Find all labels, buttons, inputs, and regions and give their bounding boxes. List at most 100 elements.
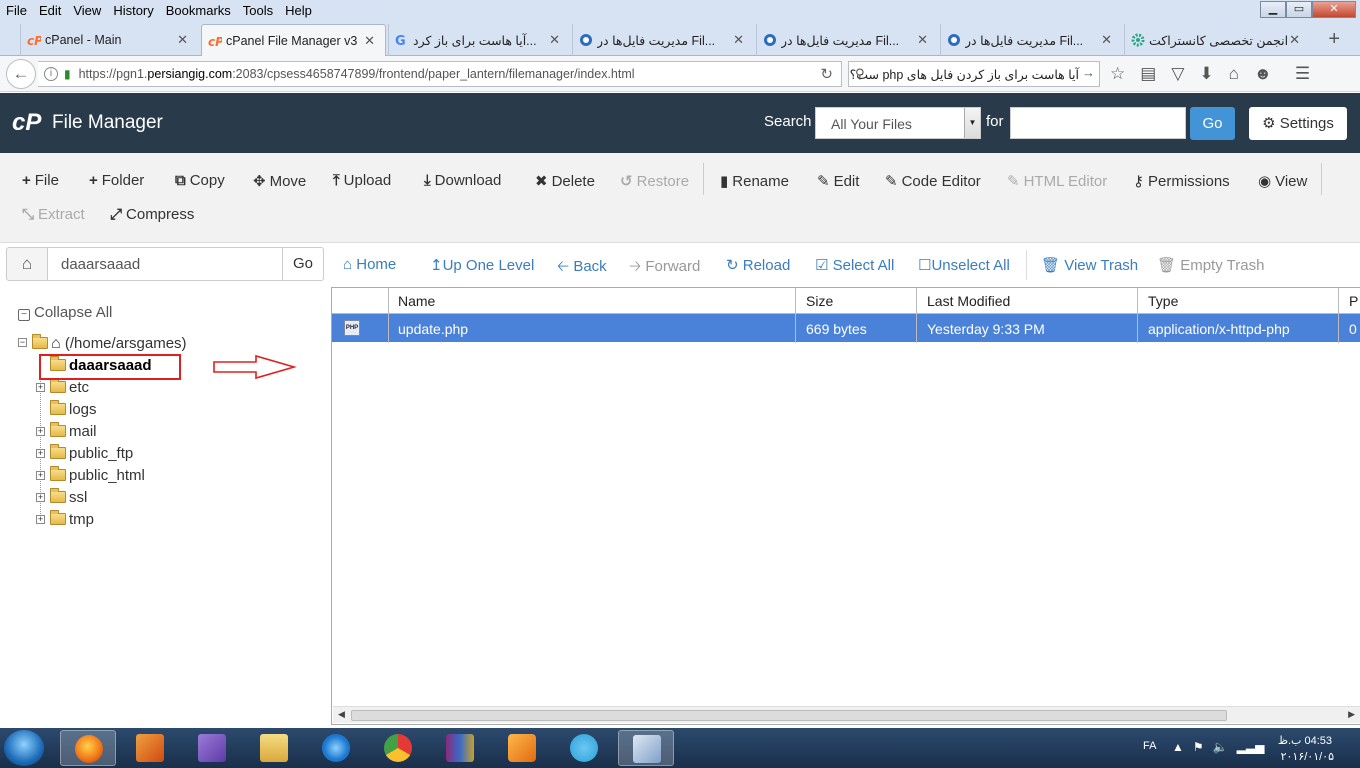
url-bar[interactable]: i ▮ https://pgn1.persiangig.com:2083/cps… — [38, 61, 842, 87]
nav-unselect-all-link[interactable]: ☐Unselect All — [918, 256, 1010, 274]
tree-item-ssl[interactable]: ssl — [50, 488, 87, 506]
tree-item-tmp[interactable]: tmp — [50, 510, 94, 528]
nav-up-one-level-link[interactable]: ↥Up One Level — [430, 256, 534, 274]
nav-home-link[interactable]: ⌂ Home — [343, 256, 396, 273]
menu-tools[interactable]: Tools — [237, 3, 279, 18]
tree-expand-icon[interactable]: + — [36, 493, 45, 502]
move-button[interactable]: ✥ Move — [253, 172, 306, 190]
taskbar-media-player[interactable] — [494, 730, 550, 766]
home-icon[interactable]: ⌂ — [1229, 64, 1239, 84]
tree-item-logs[interactable]: logs — [50, 400, 97, 418]
volume-icon[interactable]: 🔈 — [1213, 740, 1228, 754]
tab-file-management-2[interactable]: مدیریت فایل‌ها در Fil... ✕ — [756, 24, 938, 56]
pocket-icon[interactable]: ▽ — [1171, 64, 1184, 84]
collapse-all-link[interactable]: − Collapse All — [18, 304, 112, 321]
new-tab-icon[interactable]: + — [1328, 28, 1340, 51]
nav-forward-link[interactable]: 🡢 Forward — [629, 256, 700, 281]
menu-help[interactable]: Help — [279, 3, 318, 18]
search-go-icon[interactable]: → — [1082, 65, 1095, 80]
compress-button[interactable]: ⤢ Compress — [110, 206, 194, 223]
tab-google-search[interactable]: G آیا هاست برای باز کرد... ✕ — [388, 24, 570, 56]
permissions-button[interactable]: ⚷ Permissions — [1133, 172, 1230, 190]
html-editor-button[interactable]: ✎ HTML Editor — [1007, 172, 1107, 190]
nav-back-link[interactable]: 🡠 Back — [557, 256, 607, 281]
table-row[interactable]: PHP update.php 669 bytes Yesterday 9:33 … — [332, 314, 1360, 342]
restore-button[interactable]: ▭ — [1286, 1, 1312, 18]
tree-collapse-icon[interactable]: − — [18, 338, 27, 347]
path-input[interactable]: daaarsaaad — [47, 247, 283, 281]
nav-view-trash-link[interactable]: 🗑 View Trash — [1041, 256, 1138, 274]
scroll-left-icon[interactable]: ◀ — [338, 709, 345, 720]
taskbar-explorer[interactable] — [246, 730, 302, 766]
network-icon[interactable]: ▂▃▅ — [1237, 740, 1265, 754]
start-button[interactable] — [4, 730, 44, 766]
taskbar-chrome[interactable] — [370, 730, 426, 766]
nav-empty-trash-link[interactable]: 🗑 Empty Trash — [1157, 256, 1264, 274]
scrollbar-thumb[interactable] — [351, 710, 1227, 721]
nav-reload-link[interactable]: ↻ Reload — [726, 256, 790, 274]
hamburger-menu-icon[interactable]: ☰ — [1295, 64, 1310, 84]
tree-item-etc[interactable]: etc — [50, 378, 89, 396]
upload-button[interactable]: ⤒ Upload — [333, 172, 391, 189]
minimize-button[interactable]: ▁ — [1260, 1, 1286, 18]
tab-close-icon[interactable]: ✕ — [364, 33, 375, 49]
path-go-button[interactable]: Go — [282, 247, 324, 281]
tree-item-mail[interactable]: mail — [50, 422, 97, 440]
new-folder-button[interactable]: + Folder — [89, 172, 144, 189]
reading-list-icon[interactable]: ▤ — [1140, 64, 1156, 84]
taskbar-firefox[interactable] — [60, 730, 116, 766]
tab-cpanel-main[interactable]: cP cPanel - Main ✕ — [20, 24, 198, 56]
clock-time[interactable]: 04:53 ب.ظ — [1278, 734, 1332, 747]
downloads-icon[interactable]: ⬇ — [1199, 64, 1213, 84]
download-button[interactable]: ⤓ Download — [424, 172, 501, 189]
tab-file-management-3[interactable]: مدیریت فایل‌ها در Fil... ✕ — [940, 24, 1122, 56]
taskbar-visual-studio[interactable] — [184, 730, 240, 766]
chevron-down-icon[interactable]: ▼ — [964, 108, 980, 138]
browser-back-icon[interactable]: ← — [6, 59, 36, 89]
edit-button[interactable]: ✎ Edit — [817, 172, 859, 190]
show-hidden-icons-icon[interactable]: ▲ — [1172, 740, 1184, 754]
tree-expand-icon[interactable]: + — [36, 471, 45, 480]
tab-close-icon[interactable]: ✕ — [549, 32, 560, 48]
tab-close-icon[interactable]: ✕ — [177, 32, 188, 48]
tab-file-management-1[interactable]: مدیریت فایل‌ها در Fil... ✕ — [572, 24, 754, 56]
column-type[interactable]: Type — [1148, 293, 1178, 309]
delete-button[interactable]: ✖ Delete — [535, 172, 595, 190]
menu-view[interactable]: View — [67, 3, 107, 18]
search-scope-select[interactable]: All Your Files ▼ — [815, 107, 981, 139]
close-window-button[interactable]: ✕ — [1312, 1, 1356, 18]
tab-construct-forum[interactable]: انجمن تخصصی کانستراکت ✕ — [1124, 24, 1310, 56]
restore-button[interactable]: ↺ Restore — [620, 172, 689, 190]
column-permissions[interactable]: P — [1349, 293, 1358, 309]
tab-close-icon[interactable]: ✕ — [1289, 32, 1300, 48]
bookmark-star-icon[interactable]: ☆ — [1110, 64, 1125, 84]
tab-close-icon[interactable]: ✕ — [733, 32, 744, 48]
tree-expand-icon[interactable]: + — [36, 427, 45, 436]
column-size[interactable]: Size — [806, 293, 833, 309]
copy-button[interactable]: ⧉ Copy — [175, 172, 225, 189]
tree-expand-icon[interactable]: + — [36, 449, 45, 458]
tree-root[interactable]: ⌂ (/home/arsgames) — [32, 334, 187, 353]
taskbar-winrar[interactable] — [432, 730, 488, 766]
tab-close-icon[interactable]: ✕ — [917, 32, 928, 48]
column-last-modified[interactable]: Last Modified — [927, 293, 1010, 309]
taskbar-telegram[interactable] — [556, 730, 612, 766]
menu-file[interactable]: File — [0, 3, 33, 18]
search-input[interactable] — [1010, 107, 1186, 139]
cpanel-logo[interactable]: cP — [12, 109, 41, 137]
tab-file-manager[interactable]: cP cPanel File Manager v3 ✕ — [201, 24, 386, 56]
new-file-button[interactable]: + File — [22, 172, 59, 189]
info-icon[interactable]: i — [44, 67, 58, 81]
clock-date[interactable]: ۲۰۱۶/۰۱/۰۵ — [1281, 750, 1334, 763]
tab-close-icon[interactable]: ✕ — [1101, 32, 1112, 48]
menu-bookmarks[interactable]: Bookmarks — [160, 3, 237, 18]
tree-expand-icon[interactable]: + — [36, 515, 45, 524]
tree-item-public-html[interactable]: public_html — [50, 466, 145, 484]
scroll-right-icon[interactable]: ▶ — [1348, 709, 1355, 720]
extract-button[interactable]: ⤡ Extract — [22, 206, 85, 223]
nav-select-all-link[interactable]: ☑ Select All — [815, 256, 894, 274]
chat-icon[interactable]: ☻ — [1254, 64, 1272, 84]
settings-button[interactable]: ⚙ Settings — [1249, 107, 1347, 140]
taskbar-paint[interactable] — [618, 730, 674, 766]
horizontal-scrollbar[interactable]: ◀ ▶ — [333, 706, 1360, 723]
